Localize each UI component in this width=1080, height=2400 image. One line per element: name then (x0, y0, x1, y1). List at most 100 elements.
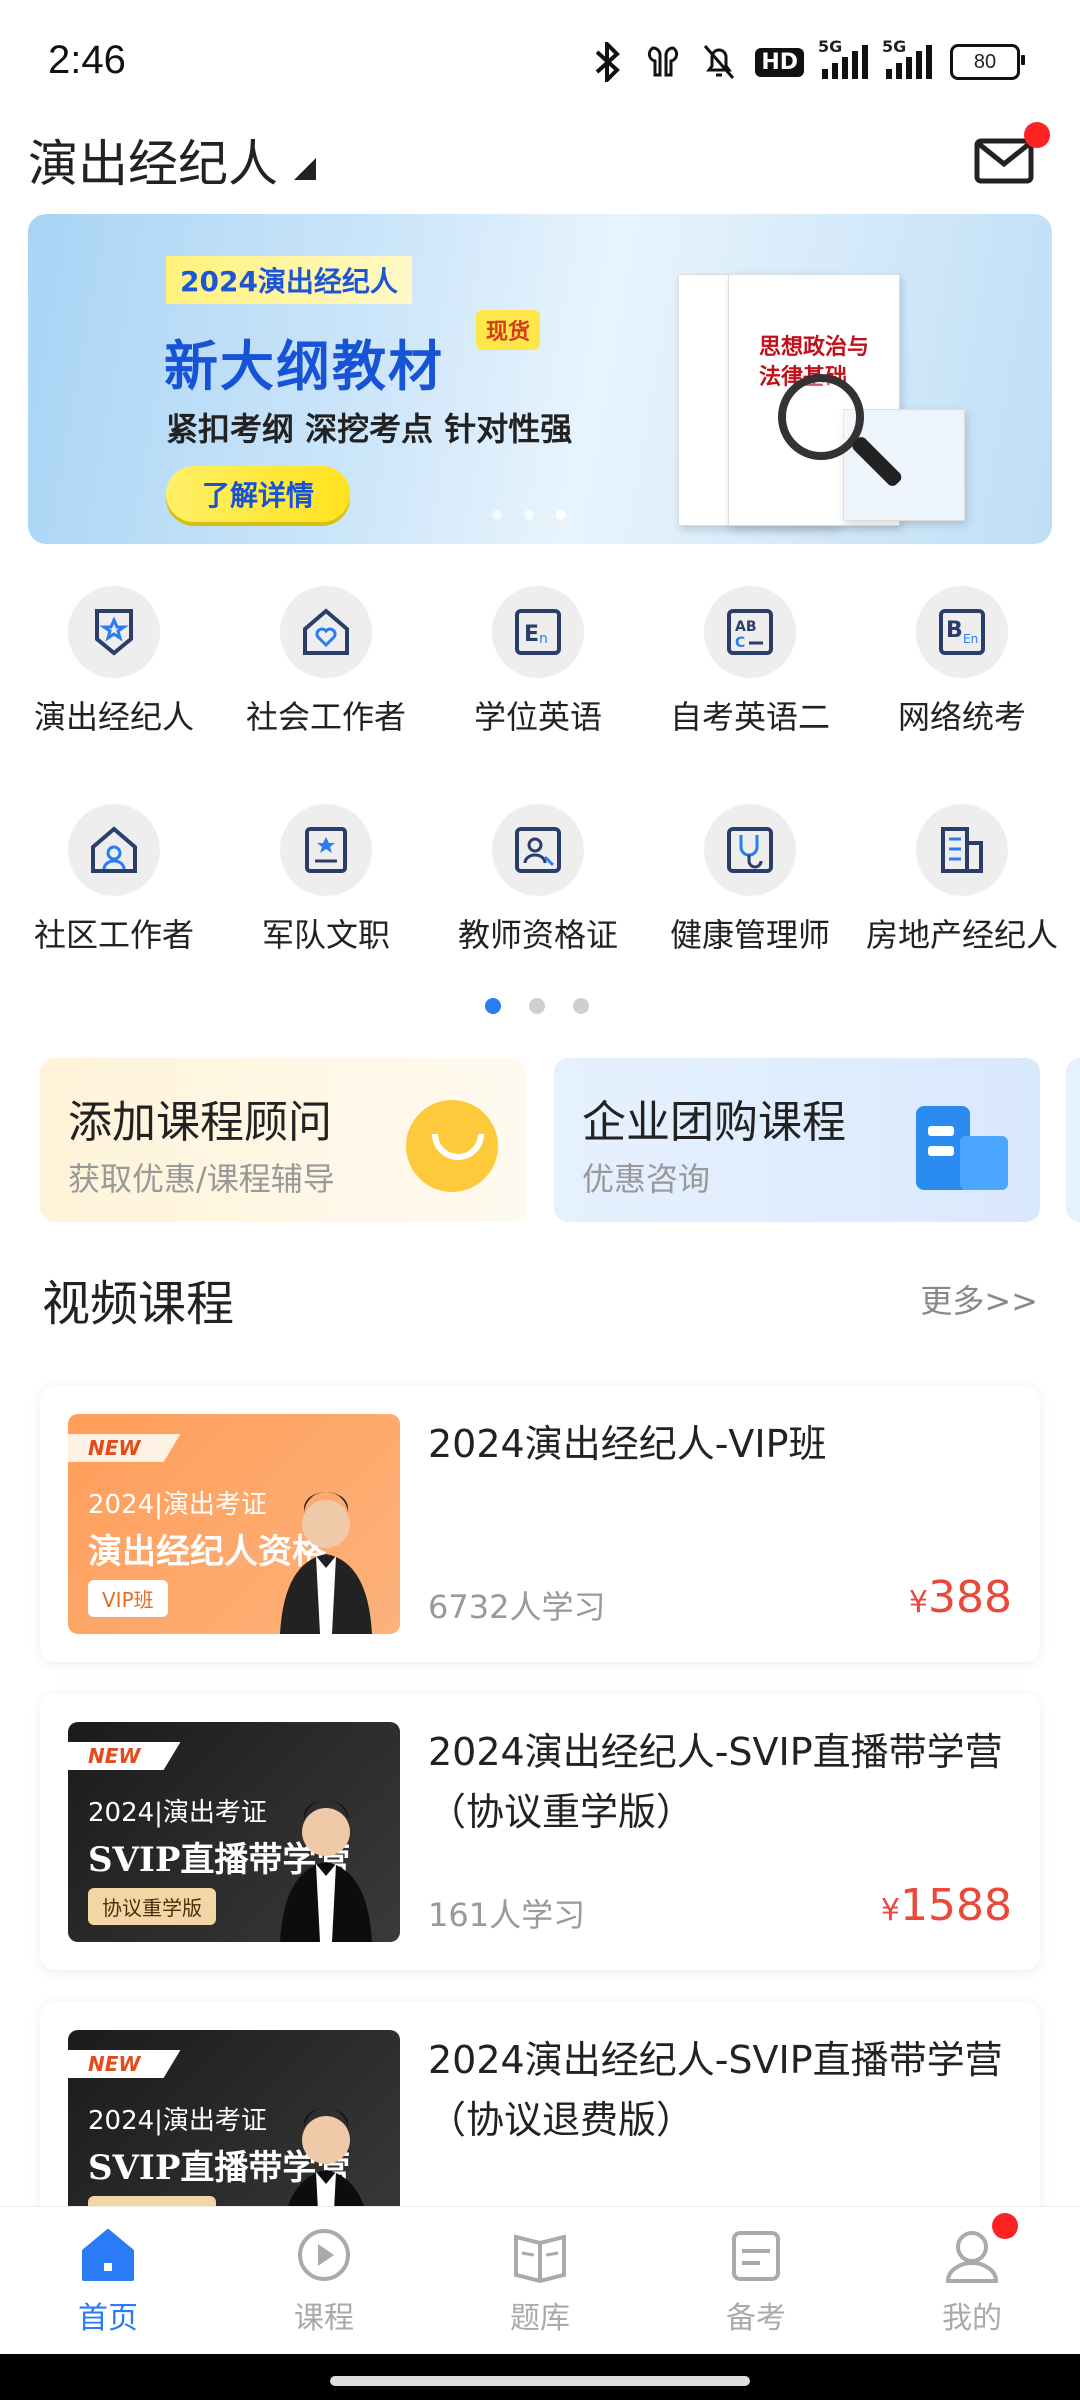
course-card[interactable]: NEW 2024|演出考证 SVIP直播带学营 协议重学版 2024演出经纪人-… (40, 1694, 1040, 1970)
banner-dot (492, 510, 502, 520)
svg-text:En: En (963, 632, 978, 646)
course-thumbnail: NEW 2024|演出考证 演出经纪人资格 VIP班 (68, 1414, 400, 1634)
thumbnail-tag: VIP班 (88, 1580, 168, 1617)
dropdown-triangle-icon (294, 158, 316, 180)
page-dot-active (485, 998, 501, 1014)
course-card[interactable]: NEW 2024|演出考证 演出经纪人资格 VIP班 2024演出经纪人-VIP… (40, 1386, 1040, 1662)
hd-badge: HD (755, 47, 804, 77)
group-purchase-card[interactable]: 企业团购课程 优惠咨询 (554, 1058, 1040, 1222)
currency-symbol: ¥ (880, 1893, 901, 1928)
header-title: 演出经纪人 (28, 135, 278, 193)
play-circle-icon (294, 2225, 354, 2285)
banner-details-button[interactable]: 了解详情 (166, 466, 351, 522)
category-item[interactable]: En 学位英语 (432, 586, 644, 738)
abc-doc-icon: AB C (704, 586, 796, 678)
price-value: 1588 (900, 1880, 1012, 1931)
header: 演出经纪人 (0, 120, 1080, 215)
banner-badge: 现货 (476, 310, 541, 350)
category-pagination (485, 998, 589, 1014)
nav-label: 备考 (726, 2301, 786, 2336)
thumbnail-tag: 协议重学版 (88, 1888, 216, 1925)
instructor-photo (280, 1800, 372, 1942)
mute-bell-icon (701, 42, 737, 82)
course-price: ¥1588 (881, 1880, 1012, 1931)
course-title: 2024演出经纪人-SVIP直播带学营（协议退费版） (428, 2038, 1003, 2142)
category-item[interactable]: 房地产经纪人 (856, 804, 1068, 956)
category-item[interactable]: 健康管理师 (644, 804, 856, 956)
promo-subtitle: 优惠咨询 (582, 1160, 711, 1198)
status-bar: 2:46 HD 5G 5G 80 (0, 0, 1080, 120)
promo-card-partial[interactable] (1066, 1058, 1080, 1222)
nav-question-bank[interactable]: 题库 (470, 2225, 610, 2337)
category-item[interactable]: AB C 自考英语二 (644, 586, 856, 738)
price-value: 388 (928, 1572, 1012, 1623)
smile-chat-icon (406, 1100, 498, 1192)
more-link[interactable]: 更多>> (920, 1276, 1038, 1322)
enterprise-building-icon (916, 1106, 1008, 1190)
svg-text:B: B (946, 618, 963, 643)
category-label: 健康管理师 (669, 916, 830, 954)
magnifier-icon (778, 374, 864, 460)
bottom-nav: 首页 课程 题库 备考 我的 (0, 2206, 1080, 2355)
notification-dot (992, 2213, 1018, 2239)
nav-label: 我的 (942, 2301, 1002, 2336)
nav-prep[interactable]: 备考 (686, 2225, 826, 2337)
nav-label: 课程 (294, 2301, 354, 2336)
book-open-icon (510, 2225, 570, 2285)
banner-title: 新大纲教材 (164, 335, 444, 398)
community-house-icon (68, 804, 160, 896)
signal-5g-icon: 5G (818, 37, 868, 79)
promo-title: 企业团购课程 (582, 1097, 846, 1148)
course-students: 161人学习 (428, 1896, 586, 1934)
earbuds-icon (643, 42, 683, 82)
category-label: 学位英语 (473, 698, 602, 736)
category-label: 自考英语二 (669, 698, 830, 736)
svg-text:E: E (524, 622, 539, 647)
svg-text:n: n (539, 631, 548, 647)
home-indicator[interactable] (330, 2376, 750, 2386)
thumbnail-subtitle: 2024|演出考证 (88, 1798, 267, 1828)
status-icons: HD 5G 5G 80 (591, 37, 1025, 84)
section-title: 视频课程 (42, 1276, 235, 1332)
course-title: 2024演出经纪人-VIP班 (428, 1422, 827, 1466)
gesture-area (0, 2354, 1080, 2400)
banner-pagination (492, 510, 566, 520)
signal-label: 5G (818, 37, 843, 56)
course-students: 6732人学习 (428, 1588, 606, 1626)
shield-star-icon (68, 586, 160, 678)
svg-text:C: C (735, 635, 745, 651)
nav-courses[interactable]: 课程 (254, 2225, 394, 2337)
course-advisor-card[interactable]: 添加课程顾问 获取优惠/课程辅导 (40, 1058, 526, 1222)
category-item[interactable]: 社会工作者 (220, 586, 432, 738)
category-label: 网络统考 (897, 698, 1026, 736)
exam-selector[interactable]: 演出经纪人 (28, 124, 316, 196)
nav-profile[interactable]: 我的 (902, 2213, 1042, 2337)
category-item[interactable]: B En 网络统考 (856, 586, 1068, 738)
category-item[interactable]: 演出经纪人 (8, 586, 220, 738)
banner-dot-active (556, 510, 566, 520)
building-icon (916, 804, 1008, 896)
promo-banner[interactable]: 2024演出经纪人 新大纲教材 现货 紧扣考纲 深挖考点 针对性强 了解详情 思… (28, 214, 1052, 544)
course-title: 2024演出经纪人-SVIP直播带学营（协议重学版） (428, 1730, 1003, 1834)
category-item[interactable]: 社区工作者 (8, 804, 220, 956)
signal-5g-icon-2: 5G (882, 37, 932, 79)
mail-button[interactable] (974, 122, 1050, 190)
new-badge: NEW (68, 1742, 181, 1770)
banner-subtitle: 紧扣考纲 深挖考点 针对性强 (166, 410, 573, 448)
battery-icon: 80 (950, 44, 1025, 80)
banner-dot (524, 510, 534, 520)
promo-subtitle: 获取优惠/课程辅导 (68, 1160, 335, 1198)
nav-home[interactable]: 首页 (38, 2225, 178, 2337)
ben-doc-icon: B En (916, 586, 1008, 678)
category-item[interactable]: 军队文职 (220, 804, 432, 956)
category-item[interactable]: 教师资格证 (432, 804, 644, 956)
category-label: 演出经纪人 (33, 698, 194, 736)
military-badge-icon (280, 804, 372, 896)
category-label: 房地产经纪人 (865, 916, 1058, 954)
house-heart-icon (280, 586, 372, 678)
new-badge: NEW (68, 1434, 181, 1462)
new-badge: NEW (68, 2050, 181, 2078)
notification-dot (1024, 122, 1050, 148)
stethoscope-icon (704, 804, 796, 896)
bluetooth-icon (591, 42, 625, 82)
